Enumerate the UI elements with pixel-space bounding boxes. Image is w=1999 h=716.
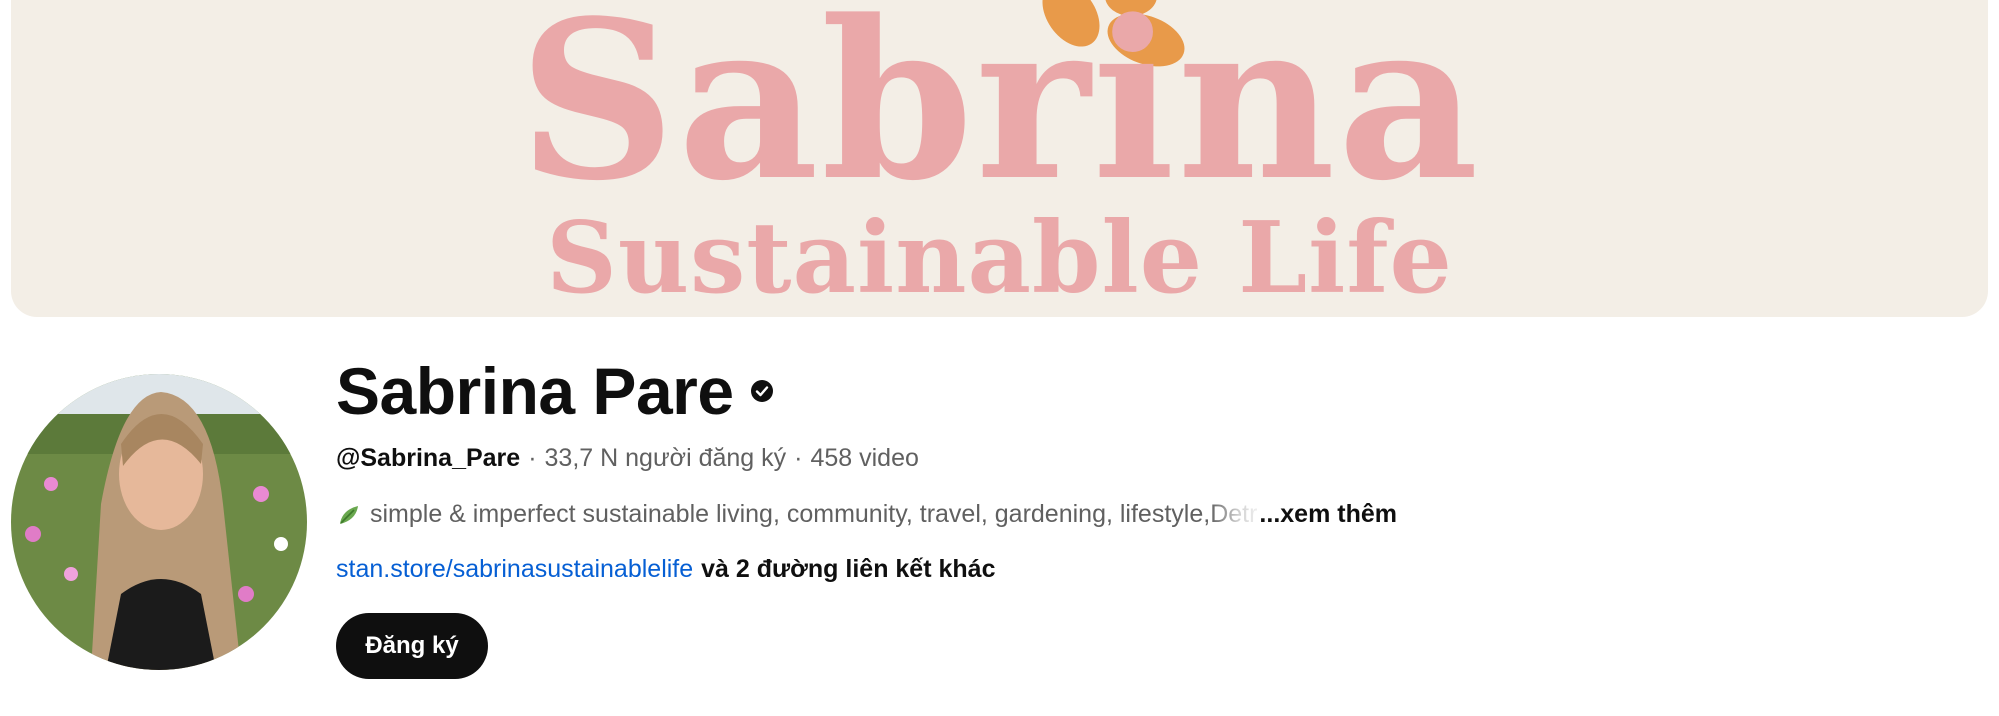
- video-count: 458 video: [810, 444, 919, 472]
- channel-handle: @Sabrina_Pare: [336, 444, 521, 472]
- channel-description[interactable]: simple & imperfect sustainable living, c…: [336, 500, 1397, 529]
- description-text: simple & imperfect sustainable living, c…: [370, 500, 1211, 528]
- subscribe-button[interactable]: Đăng ký: [336, 613, 488, 679]
- description-faded-text: Detr: [1210, 500, 1258, 528]
- leaf-emoji-icon: [336, 502, 362, 528]
- channel-links: stan.store/sabrinasustainablelife và 2 đư…: [336, 555, 995, 584]
- channel-meta: @Sabrina_Pare · 33,7 N người đăng ký · 458 v…: [336, 444, 919, 473]
- subscriber-count: 33,7 N người đăng ký: [544, 444, 787, 472]
- verified-check-icon: [750, 379, 774, 403]
- meta-separator: ·: [794, 444, 803, 472]
- banner-subtitle: Sustainable Life: [546, 201, 1453, 316]
- meta-separator: ·: [528, 444, 537, 472]
- more-links-link[interactable]: và 2 đường liên kết khác: [701, 555, 995, 583]
- channel-banner: Sabrina Sustainable Life: [11, 0, 1988, 317]
- channel-external-link[interactable]: stan.store/sabrinasustainablelife: [336, 555, 693, 583]
- more-description-link[interactable]: ...xem thêm: [1259, 500, 1397, 529]
- banner-title: Sabrina: [518, 0, 1481, 229]
- channel-info: Sabrina Pare @Sabrina_Pare · 33,7 N người …: [336, 350, 1936, 679]
- channel-name-row: Sabrina Pare: [336, 350, 1936, 432]
- channel-avatar[interactable]: [11, 374, 307, 670]
- channel-name: Sabrina Pare: [336, 354, 734, 428]
